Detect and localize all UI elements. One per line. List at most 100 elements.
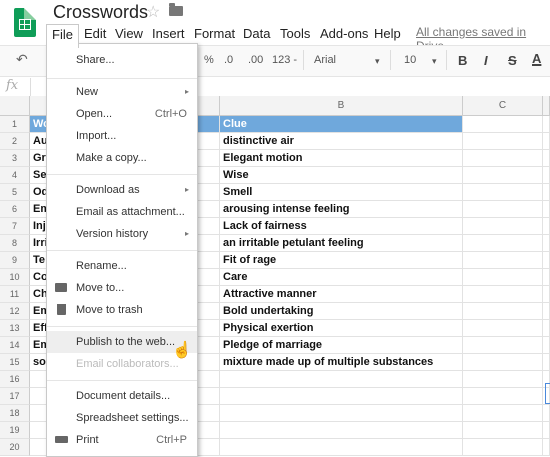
menu-addons[interactable]: Add-ons: [314, 24, 374, 43]
cell-c[interactable]: [463, 269, 543, 286]
cell-b[interactable]: arousing intense feeling: [220, 201, 463, 218]
menu-item-open[interactable]: Open... Ctrl+O: [47, 103, 197, 125]
undo-icon[interactable]: ↶: [16, 51, 28, 68]
cell-b[interactable]: [220, 422, 463, 439]
row-number[interactable]: 8: [0, 235, 30, 252]
cell-d[interactable]: [543, 405, 550, 422]
menu-item-document-details[interactable]: Document details...: [47, 385, 197, 407]
cell-c[interactable]: [463, 422, 543, 439]
menu-item-spreadsheet-settings[interactable]: Spreadsheet settings...: [47, 407, 197, 429]
column-header-c[interactable]: C: [463, 96, 543, 116]
menu-insert[interactable]: Insert: [146, 24, 191, 43]
cell-c[interactable]: [463, 150, 543, 167]
menu-data[interactable]: Data: [237, 24, 276, 43]
folder-icon[interactable]: [169, 3, 183, 16]
menu-item-version-history[interactable]: Version history ▸: [47, 223, 197, 245]
row-number[interactable]: 15: [0, 354, 30, 371]
row-number[interactable]: 16: [0, 371, 30, 388]
cell-b[interactable]: Physical exertion: [220, 320, 463, 337]
increase-decimal-button[interactable]: .00: [248, 54, 263, 66]
column-header-b[interactable]: B: [220, 96, 463, 116]
bold-button[interactable]: B: [458, 53, 467, 68]
cell-d[interactable]: [543, 286, 550, 303]
cell-c[interactable]: [463, 286, 543, 303]
font-family-select[interactable]: Arial: [314, 54, 336, 66]
row-number[interactable]: 7: [0, 218, 30, 235]
menu-edit[interactable]: Edit: [78, 24, 112, 43]
cell-c[interactable]: [463, 354, 543, 371]
menu-item-make-copy[interactable]: Make a copy...: [47, 147, 197, 169]
row-number[interactable]: 12: [0, 303, 30, 320]
cell-c[interactable]: [463, 405, 543, 422]
menu-item-email-attachment[interactable]: Email as attachment...: [47, 201, 197, 223]
cell-b[interactable]: mixture made up of multiple substances: [220, 354, 463, 371]
menu-file[interactable]: File: [46, 24, 79, 48]
italic-button[interactable]: I: [484, 53, 488, 68]
cell-c[interactable]: [463, 252, 543, 269]
cell-c[interactable]: [463, 371, 543, 388]
cell-d[interactable]: [543, 150, 550, 167]
menu-item-move-to-trash[interactable]: Move to trash: [47, 299, 197, 321]
row-number[interactable]: 9: [0, 252, 30, 269]
cell-c[interactable]: [463, 133, 543, 150]
menu-item-new[interactable]: New ▸: [47, 81, 197, 103]
menu-view[interactable]: View: [109, 24, 149, 43]
row-number[interactable]: 17: [0, 388, 30, 405]
cell-c[interactable]: [463, 116, 543, 133]
menu-item-print[interactable]: Print Ctrl+P: [47, 429, 197, 451]
cell-b[interactable]: Pledge of marriage: [220, 337, 463, 354]
cell-c[interactable]: [463, 184, 543, 201]
document-title[interactable]: Crosswords: [53, 2, 148, 23]
decrease-decimal-button[interactable]: .0: [224, 54, 233, 66]
row-number[interactable]: 2: [0, 133, 30, 150]
cell-d[interactable]: [543, 116, 550, 133]
cell-d[interactable]: [543, 252, 550, 269]
cell-c[interactable]: [463, 388, 543, 405]
cell-c[interactable]: [463, 235, 543, 252]
cell-b[interactable]: Elegant motion: [220, 150, 463, 167]
cell-b[interactable]: Clue: [220, 116, 463, 133]
row-number[interactable]: 5: [0, 184, 30, 201]
cell-b[interactable]: Smell: [220, 184, 463, 201]
menu-tools[interactable]: Tools: [274, 24, 316, 43]
row-number[interactable]: 20: [0, 439, 30, 456]
cell-b[interactable]: [220, 371, 463, 388]
cell-c[interactable]: [463, 218, 543, 235]
menu-item-download-as[interactable]: Download as ▸: [47, 179, 197, 201]
menu-item-share[interactable]: Share...: [47, 49, 197, 71]
row-number[interactable]: 3: [0, 150, 30, 167]
cell-c[interactable]: [463, 320, 543, 337]
cell-d[interactable]: [543, 167, 550, 184]
cell-b[interactable]: [220, 405, 463, 422]
cell-d[interactable]: [543, 133, 550, 150]
cell-b[interactable]: [220, 388, 463, 405]
cell-d[interactable]: [543, 201, 550, 218]
row-number[interactable]: 18: [0, 405, 30, 422]
column-header-d[interactable]: [543, 96, 550, 116]
cell-d[interactable]: [543, 320, 550, 337]
cell-d[interactable]: [543, 439, 550, 456]
menu-item-move-to[interactable]: Move to...: [47, 277, 197, 299]
row-number[interactable]: 13: [0, 320, 30, 337]
format-percent-button[interactable]: %: [204, 54, 214, 66]
cell-c[interactable]: [463, 303, 543, 320]
cell-d[interactable]: [543, 235, 550, 252]
cell-c[interactable]: [463, 337, 543, 354]
cell-b[interactable]: Wise: [220, 167, 463, 184]
menu-help[interactable]: Help: [368, 24, 407, 43]
cell-b[interactable]: Bold undertaking: [220, 303, 463, 320]
cell-d[interactable]: [543, 218, 550, 235]
select-all-corner[interactable]: [0, 96, 30, 116]
menu-item-rename[interactable]: Rename...: [47, 255, 197, 277]
row-number[interactable]: 14: [0, 337, 30, 354]
row-number[interactable]: 19: [0, 422, 30, 439]
cell-d[interactable]: [543, 303, 550, 320]
sheets-logo-icon[interactable]: [14, 8, 36, 37]
cell-d[interactable]: [543, 337, 550, 354]
more-formats-button[interactable]: 123 -: [272, 54, 297, 66]
star-icon[interactable]: ☆: [146, 2, 160, 22]
text-color-button[interactable]: A: [532, 51, 541, 66]
font-size-select[interactable]: 10: [404, 54, 416, 66]
cell-c[interactable]: [463, 201, 543, 218]
cell-b[interactable]: Fit of rage: [220, 252, 463, 269]
